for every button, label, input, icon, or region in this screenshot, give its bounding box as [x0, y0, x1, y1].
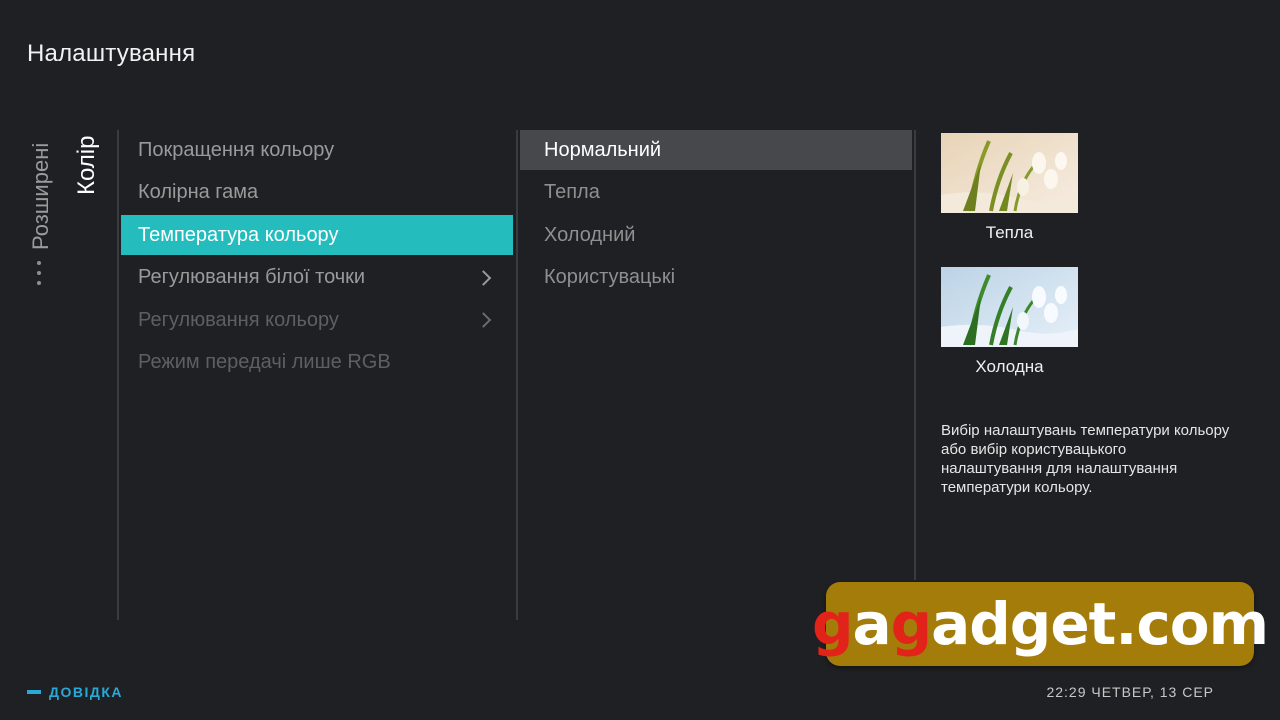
- menu-item-label: Температура кольору: [138, 223, 339, 246]
- option-warm[interactable]: Тепла: [520, 173, 912, 213]
- chevron-right-icon: [475, 312, 492, 328]
- warm-preview: Тепла: [941, 133, 1078, 243]
- temperature-options: Нормальний Тепла Холодний Користувацькі: [520, 130, 912, 300]
- help-button[interactable]: ДОВІДКА: [27, 684, 123, 700]
- option-cold[interactable]: Холодний: [520, 215, 912, 255]
- chevron-right-icon: [475, 269, 492, 286]
- column-divider: [516, 130, 518, 620]
- menu-item-white-point[interactable]: Регулювання білої точки: [121, 258, 513, 298]
- menu-item-label: Покращення кольору: [138, 138, 335, 161]
- column-divider: [914, 130, 916, 580]
- option-custom[interactable]: Користувацькі: [520, 258, 912, 298]
- menu-item-label: Режим передачі лише RGB: [138, 351, 391, 373]
- breadcrumb-current-tab: Колір: [73, 135, 100, 195]
- warm-preview-image: [941, 133, 1078, 213]
- option-normal[interactable]: Нормальний: [520, 130, 912, 170]
- clock: 22:29 ЧЕТВЕР, 13 СЕР: [1046, 684, 1214, 700]
- menu-item-label: Регулювання білої точки: [138, 266, 366, 288]
- gagadget-watermark: g a g adget.com: [812, 582, 1269, 666]
- menu-item-color-temperature[interactable]: Температура кольору: [121, 215, 513, 255]
- menu-item-color-adjustment[interactable]: Регулювання кольору: [121, 300, 513, 340]
- menu-item-label: Регулювання кольору: [138, 308, 339, 331]
- cold-preview: Холодна: [941, 267, 1078, 377]
- page-title: Налаштування: [27, 40, 196, 67]
- settings-menu: Покращення кольору Колірна гама Температ…: [121, 130, 513, 385]
- cold-preview-image: [941, 267, 1078, 347]
- menu-item-label: Колірна гама: [138, 181, 259, 203]
- help-description: Вибір налаштувань температури кольору аб…: [941, 422, 1230, 496]
- settings-screen: Налаштування Розширені Колір Покращення …: [0, 0, 1280, 720]
- menu-item-color-gamut[interactable]: Колірна гама: [121, 173, 513, 213]
- help-label: ДОВІДКА: [49, 684, 123, 700]
- column-divider: [117, 130, 119, 620]
- menu-item-color-enhancement[interactable]: Покращення кольору: [121, 130, 513, 170]
- cold-caption: Холодна: [975, 357, 1044, 376]
- warm-caption: Тепла: [985, 223, 1034, 242]
- more-icon: [36, 261, 42, 285]
- breadcrumb-previous-tab[interactable]: Розширені: [28, 143, 54, 250]
- blue-key-icon: [27, 690, 41, 694]
- menu-item-rgb-only-mode[interactable]: Режим передачі лише RGB: [121, 343, 513, 383]
